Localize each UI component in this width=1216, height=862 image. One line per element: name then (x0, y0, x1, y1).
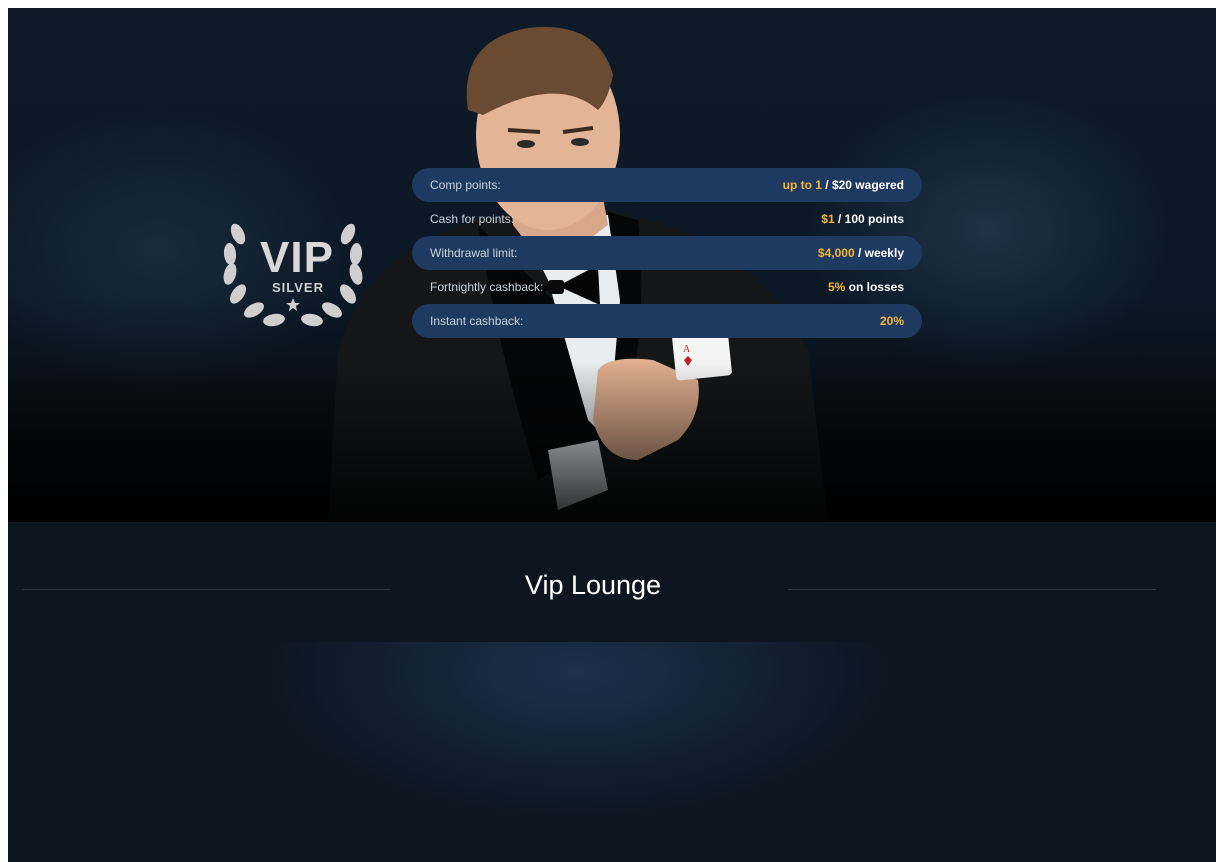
benefit-row-instant-cashback: Instant cashback: 20% (412, 304, 922, 338)
benefit-label: Withdrawal limit: (430, 246, 518, 260)
benefit-row-comp-points: Comp points: up to 1 / $20 wagered (412, 168, 922, 202)
benefit-row-withdrawal-limit: Withdrawal limit: $4,000 / weekly (412, 236, 922, 270)
benefit-value: 20% (880, 314, 904, 328)
benefit-row-cash-for-points: Cash for points: $1 / 100 points (412, 202, 922, 236)
benefit-highlight: 20% (879, 314, 904, 328)
benefit-value: 5% on losses (828, 280, 904, 294)
benefit-value: up to 1 / $20 wagered (783, 178, 904, 192)
benefit-rest: on losses (845, 280, 904, 294)
benefit-value: $1 / 100 points (821, 212, 904, 226)
benefit-label: Comp points: (430, 178, 501, 192)
hero-bottom-fade (8, 362, 1216, 522)
benefit-label: Cash for points: (430, 212, 515, 226)
vip-lounge-section: Vip Lounge (8, 522, 1216, 862)
benefit-rest: / 100 points (834, 212, 904, 226)
benefits-panel (198, 642, 948, 862)
benefit-value: $4,000 / weekly (818, 246, 904, 260)
page-frame: A Vip Lounge VIP SILVER Comp points: up … (8, 8, 1216, 862)
benefit-highlight: 5% (827, 280, 846, 294)
benefits-list: Comp points: up to 1 / $20 wagered Cash … (412, 168, 922, 338)
benefit-label: Fortnightly cashback: (430, 280, 544, 294)
section-title: Vip Lounge (524, 570, 662, 600)
divider-line-left (22, 589, 390, 590)
benefit-highlight: $4,000 (817, 246, 855, 260)
vip-tier-label: SILVER (272, 280, 324, 295)
divider-line-right (788, 589, 1156, 590)
svg-text:A: A (683, 344, 691, 355)
vip-badge-text: VIP (260, 233, 334, 282)
benefit-highlight: $1 (821, 212, 835, 226)
benefit-label: Instant cashback: (430, 314, 524, 328)
benefit-row-fortnightly-cashback: Fortnightly cashback: 5% on losses (412, 270, 922, 304)
benefit-rest: / $20 wagered (821, 178, 904, 192)
benefit-rest: / weekly (854, 246, 904, 260)
benefit-highlight: up to 1 (782, 178, 822, 192)
